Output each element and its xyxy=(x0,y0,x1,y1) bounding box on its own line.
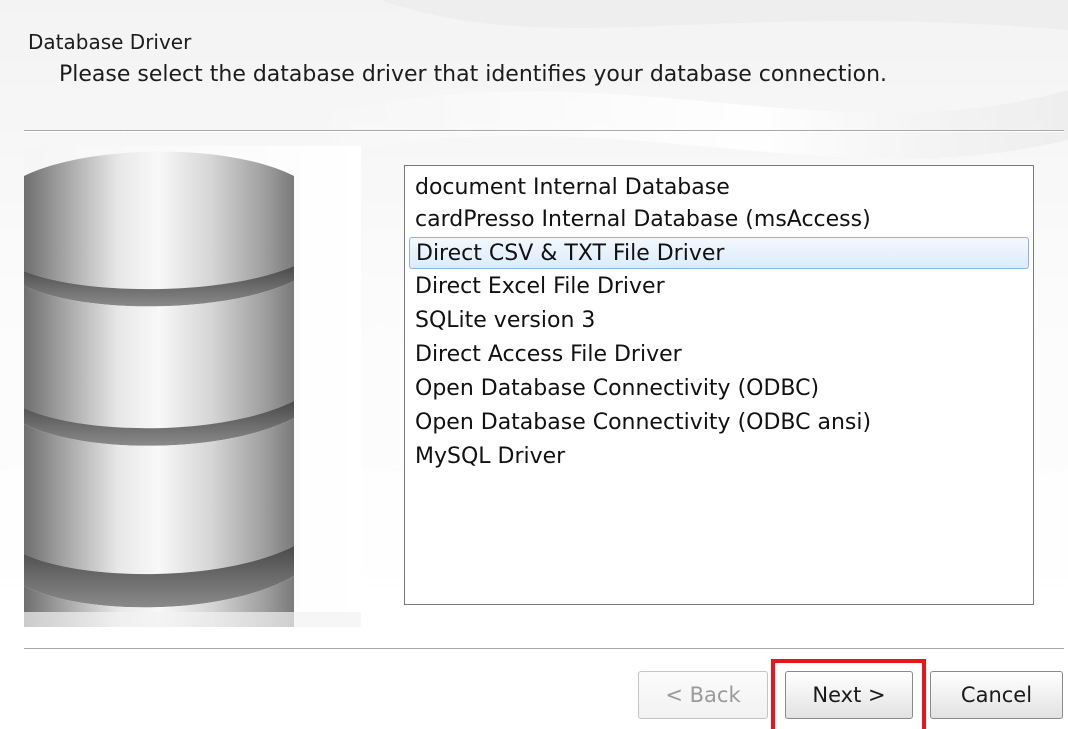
footer-separator xyxy=(24,648,1064,650)
list-item[interactable]: document Internal Database xyxy=(409,172,1029,204)
list-item[interactable]: cardPresso Internal Database (msAccess) xyxy=(409,204,1029,236)
list-item[interactable]: Direct Access File Driver xyxy=(409,339,1029,371)
list-item[interactable]: Open Database Connectivity (ODBC) xyxy=(409,373,1029,405)
wizard-header: Database Driver Please select the databa… xyxy=(0,0,1068,130)
list-item[interactable]: Direct Excel File Driver xyxy=(409,271,1029,303)
list-item[interactable]: Open Database Connectivity (ODBC ansi) xyxy=(409,407,1029,439)
page-title: Database Driver xyxy=(28,30,192,54)
next-button[interactable]: Next > xyxy=(785,671,913,719)
back-button[interactable]: < Back xyxy=(638,671,768,719)
driver-list[interactable]: document Internal Database cardPresso In… xyxy=(404,165,1034,605)
list-item-selected[interactable]: Direct CSV & TXT File Driver xyxy=(409,237,1029,269)
page-subtitle: Please select the database driver that i… xyxy=(59,62,888,87)
header-separator xyxy=(24,130,1064,132)
list-item[interactable]: MySQL Driver xyxy=(409,441,1029,473)
cancel-button[interactable]: Cancel xyxy=(930,671,1063,719)
database-stack-icon xyxy=(24,146,361,627)
database-driver-dialog: Database Driver Please select the databa… xyxy=(0,0,1068,729)
list-item[interactable]: SQLite version 3 xyxy=(409,305,1029,337)
